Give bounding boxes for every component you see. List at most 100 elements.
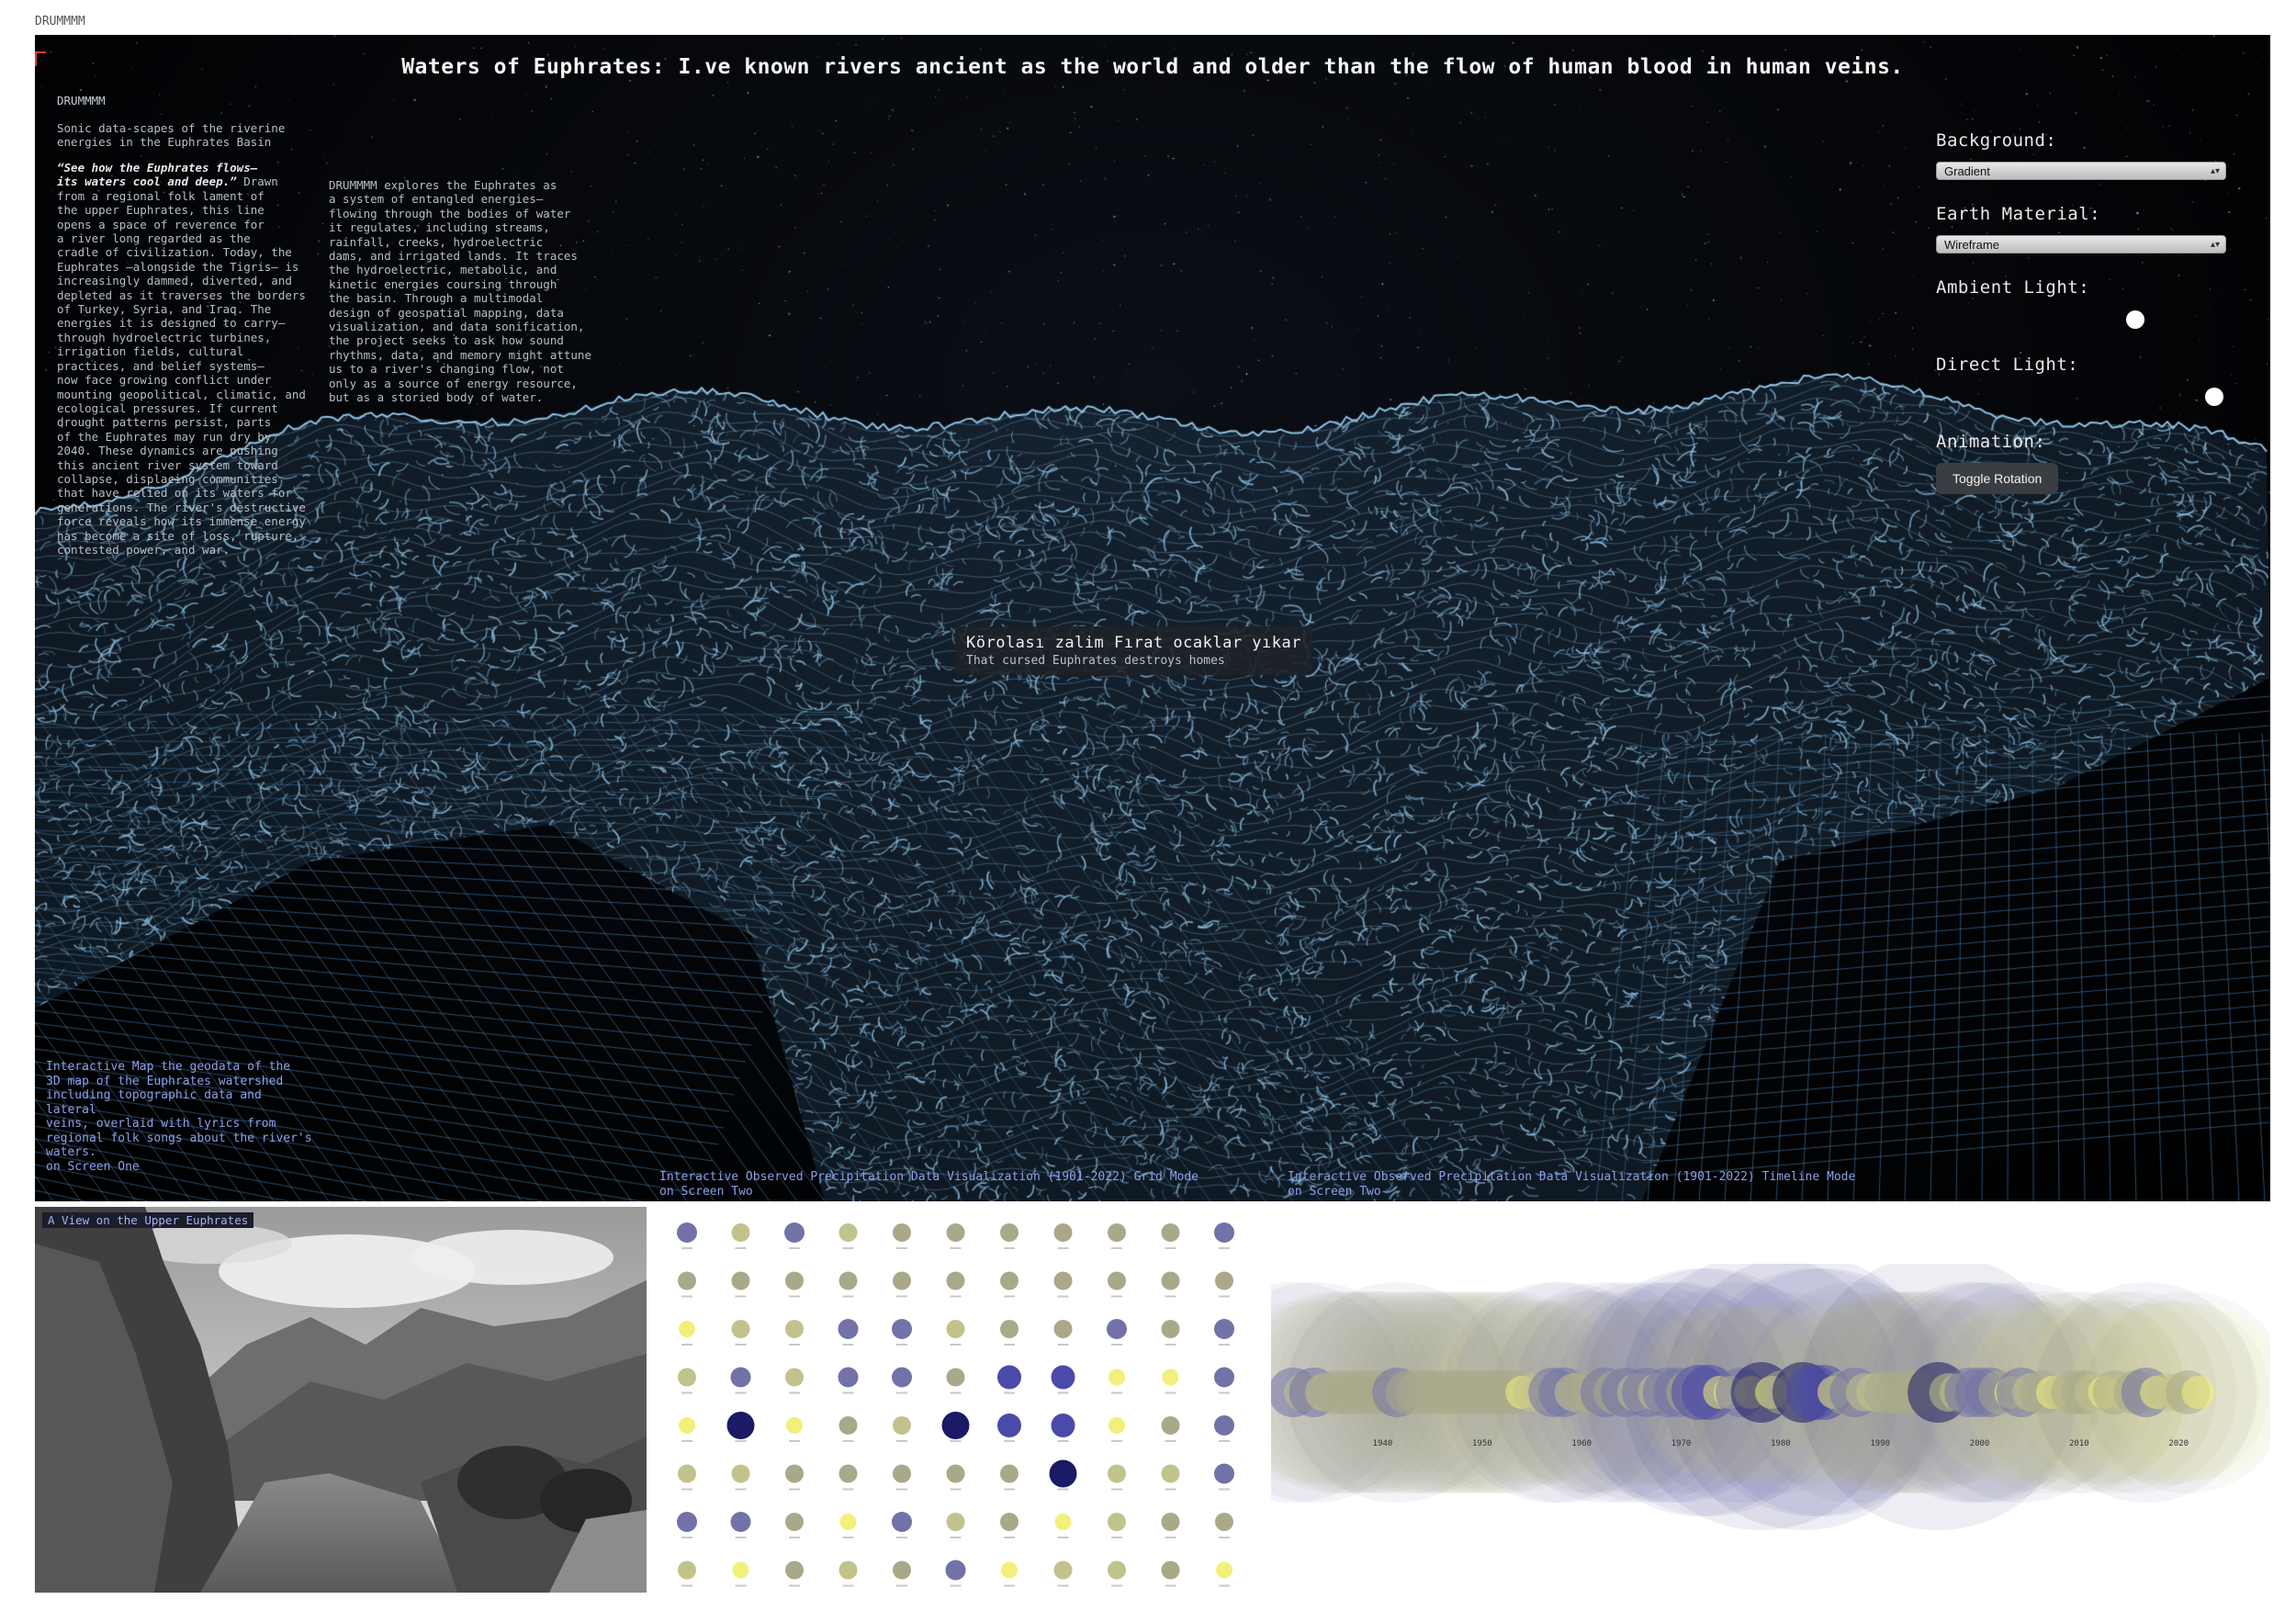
precipitation-year-dot[interactable] (1000, 1271, 1019, 1290)
precipitation-year-dot[interactable] (1215, 1513, 1233, 1531)
precipitation-year-dot[interactable] (1000, 1223, 1019, 1242)
precipitation-year-dot[interactable] (677, 1512, 697, 1532)
precipitation-year-dot[interactable] (785, 1560, 804, 1580)
precipitation-year-dot[interactable] (893, 1560, 911, 1580)
precipitation-year-dot[interactable] (892, 1512, 912, 1532)
precipitation-year-dot[interactable] (1108, 1271, 1126, 1290)
background-select[interactable]: Gradient ▴▾ (1936, 162, 2226, 180)
precipitation-year-dot[interactable] (730, 1512, 751, 1532)
precipitation-year-dot[interactable] (732, 1561, 749, 1579)
precipitation-year-dot[interactable] (838, 1367, 859, 1388)
precipitation-year-dot[interactable] (1053, 1223, 1073, 1242)
precipitation-year-dot[interactable] (785, 1513, 804, 1531)
precipitation-year-dot[interactable] (785, 1368, 804, 1387)
precipitation-year-dot[interactable] (785, 1320, 804, 1338)
precipitation-year-dot[interactable] (1051, 1365, 1075, 1390)
precipitation-year-dot[interactable] (946, 1368, 965, 1387)
precipitation-year-dot[interactable] (1109, 1369, 1125, 1386)
precipitation-year-dot[interactable] (1161, 1560, 1180, 1580)
precipitation-year-dot[interactable] (1214, 1415, 1234, 1436)
precipitation-year-dot[interactable] (1109, 1417, 1125, 1434)
precipitation-year-dot[interactable] (1053, 1320, 1073, 1338)
precipitation-timeline-chart[interactable]: 1940 1950 1960 1970 1980 1990 2000 2010 2020 (1183, 1255, 2290, 1539)
precipitation-year-dot[interactable] (1000, 1320, 1019, 1338)
precipitation-year-dot[interactable] (946, 1464, 965, 1483)
precipitation-year-dot[interactable] (1215, 1271, 1233, 1290)
precipitation-year-dot[interactable] (1000, 1464, 1019, 1483)
precipitation-year-dot[interactable] (1214, 1222, 1234, 1243)
precipitation-year-dot[interactable] (839, 1514, 857, 1530)
precipitation-year-dot[interactable] (1108, 1513, 1126, 1531)
map-screen[interactable]: Waters of Euphrates: I.ve known rivers a… (35, 35, 2270, 1201)
precipitation-year-dot[interactable] (941, 1412, 970, 1439)
precipitation-year-dot[interactable] (892, 1367, 912, 1388)
direct-light-slider[interactable] (1936, 386, 2226, 408)
year-tick-label (1165, 1488, 1176, 1491)
precipitation-year-dot[interactable] (1108, 1560, 1126, 1580)
precipitation-year-dot[interactable] (893, 1416, 911, 1435)
ambient-light-slider[interactable] (1936, 309, 2226, 331)
precipitation-year-dot[interactable] (1000, 1513, 1019, 1531)
precipitation-year-dot[interactable] (1214, 1319, 1234, 1339)
precipitation-year-dot[interactable] (1161, 1271, 1180, 1290)
precipitation-year-dot[interactable] (731, 1271, 750, 1290)
direct-light-slider-handle[interactable] (2205, 388, 2224, 406)
precipitation-year-dot[interactable] (892, 1319, 912, 1339)
precipitation-year-dot[interactable] (1161, 1416, 1180, 1435)
precipitation-year-dot[interactable] (677, 1222, 697, 1243)
precipitation-year-dot[interactable] (1053, 1560, 1073, 1580)
precipitation-year-dot[interactable] (731, 1464, 750, 1483)
ambient-light-slider-handle[interactable] (2126, 310, 2145, 329)
precipitation-year-dot[interactable] (678, 1560, 696, 1580)
precipitation-year-dot[interactable] (1054, 1514, 1072, 1530)
precipitation-year-dot[interactable] (730, 1367, 751, 1388)
precipitation-year-dot[interactable] (1161, 1464, 1180, 1483)
precipitation-year-dot[interactable] (1162, 1369, 1179, 1386)
precipitation-year-dot[interactable] (893, 1223, 911, 1242)
precipitation-year-dot[interactable] (945, 1560, 966, 1581)
precipitation-year-dot[interactable] (838, 1223, 858, 1242)
precipitation-year-dot[interactable] (1216, 1561, 1232, 1579)
precipitation-year-dot[interactable] (1108, 1223, 1126, 1242)
precipitation-year-dot[interactable] (1161, 1513, 1180, 1531)
precipitation-year-dot[interactable] (997, 1365, 1021, 1390)
precipitation-year-dot[interactable] (893, 1464, 911, 1483)
precipitation-year-dot[interactable] (679, 1321, 695, 1337)
precipitation-year-dot[interactable] (946, 1223, 965, 1242)
precipitation-year-dot[interactable] (784, 1222, 805, 1243)
precipitation-year-dot[interactable] (1051, 1414, 1075, 1437)
precipitation-grid-chart[interactable] (654, 1211, 1260, 1596)
precipitation-year-dot[interactable] (1108, 1464, 1126, 1483)
precipitation-year-dot[interactable] (1214, 1367, 1234, 1388)
precipitation-year-dot[interactable] (678, 1271, 696, 1290)
precipitation-year-dot[interactable] (1161, 1320, 1180, 1338)
precipitation-year-dot[interactable] (893, 1271, 911, 1290)
earth-material-select[interactable]: Wireframe ▴▾ (1936, 235, 2226, 253)
precipitation-year-dot[interactable] (1001, 1561, 1018, 1579)
precipitation-year-dot[interactable] (785, 1271, 804, 1290)
precipitation-year-dot[interactable] (678, 1464, 696, 1483)
precipitation-year-dot[interactable] (679, 1417, 695, 1434)
precipitation-year-dot[interactable] (1053, 1271, 1073, 1290)
precipitation-year-dot[interactable] (785, 1464, 804, 1483)
precipitation-year-dot[interactable] (838, 1319, 859, 1339)
precipitation-year-dot[interactable] (726, 1412, 755, 1439)
precipitation-year-dot[interactable] (946, 1271, 965, 1290)
precipitation-year-dot[interactable] (2181, 1376, 2215, 1409)
precipitation-year-dot[interactable] (678, 1368, 696, 1387)
precipitation-year-dot[interactable] (1107, 1319, 1127, 1339)
precipitation-year-dot[interactable] (997, 1414, 1021, 1437)
precipitation-year-dot[interactable] (946, 1320, 965, 1338)
toggle-rotation-button[interactable]: Toggle Rotation (1936, 463, 2059, 494)
precipitation-year-dot[interactable] (838, 1416, 858, 1435)
precipitation-year-dot[interactable] (838, 1560, 858, 1580)
precipitation-year-dot[interactable] (838, 1271, 858, 1290)
precipitation-year-dot[interactable] (1049, 1459, 1077, 1488)
precipitation-year-dot[interactable] (1214, 1463, 1234, 1484)
precipitation-year-dot[interactable] (838, 1464, 858, 1483)
precipitation-year-dot[interactable] (786, 1417, 803, 1434)
precipitation-year-dot[interactable] (1161, 1223, 1180, 1242)
precipitation-year-dot[interactable] (731, 1320, 750, 1338)
precipitation-year-dot[interactable] (946, 1513, 965, 1531)
precipitation-year-dot[interactable] (731, 1223, 750, 1242)
